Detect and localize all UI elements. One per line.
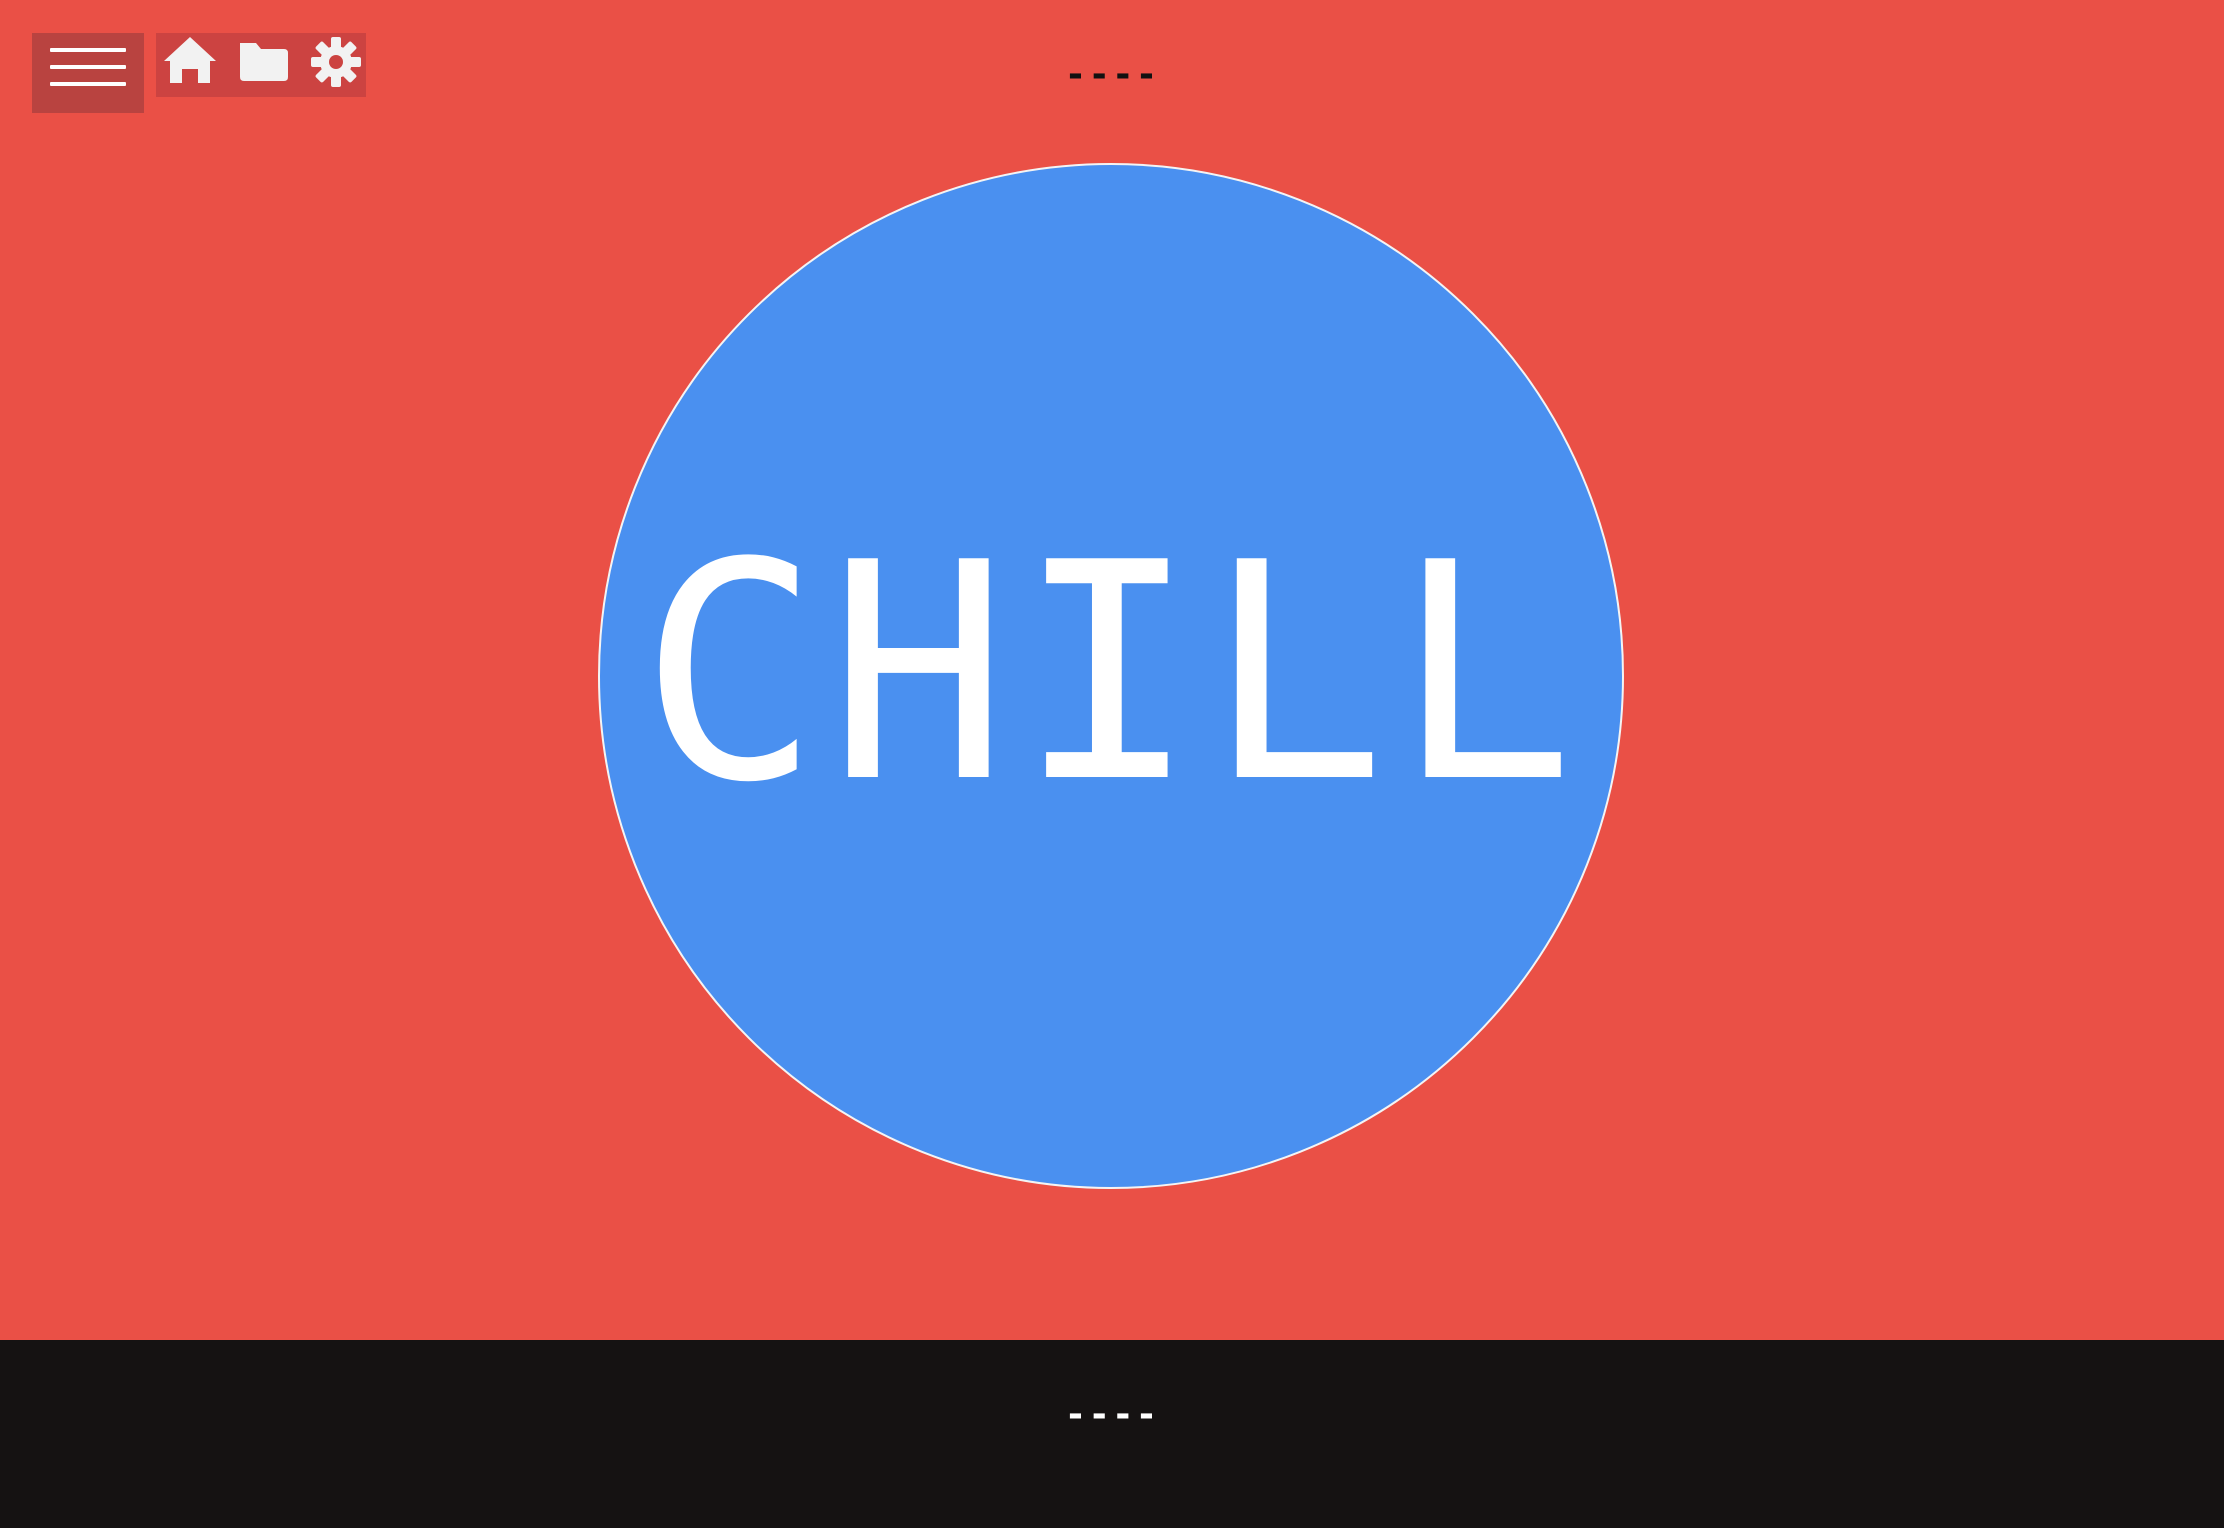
folder-icon[interactable] xyxy=(234,33,294,97)
hamburger-menu-icon-bar-2 xyxy=(50,65,126,69)
menu-button[interactable] xyxy=(32,33,144,113)
bottom-status-text: ---- xyxy=(1064,1394,1160,1435)
chill-circle-button[interactable]: CHILL xyxy=(598,163,1624,1189)
home-icon[interactable] xyxy=(160,33,220,97)
toolbar xyxy=(156,33,366,97)
circle-label: CHILL xyxy=(639,499,1583,848)
hamburger-menu-icon-bar-1 xyxy=(50,48,126,52)
gear-icon[interactable] xyxy=(306,33,366,97)
hamburger-menu-icon-bar-3 xyxy=(50,82,126,86)
top-status-text: ---- xyxy=(1064,54,1160,95)
